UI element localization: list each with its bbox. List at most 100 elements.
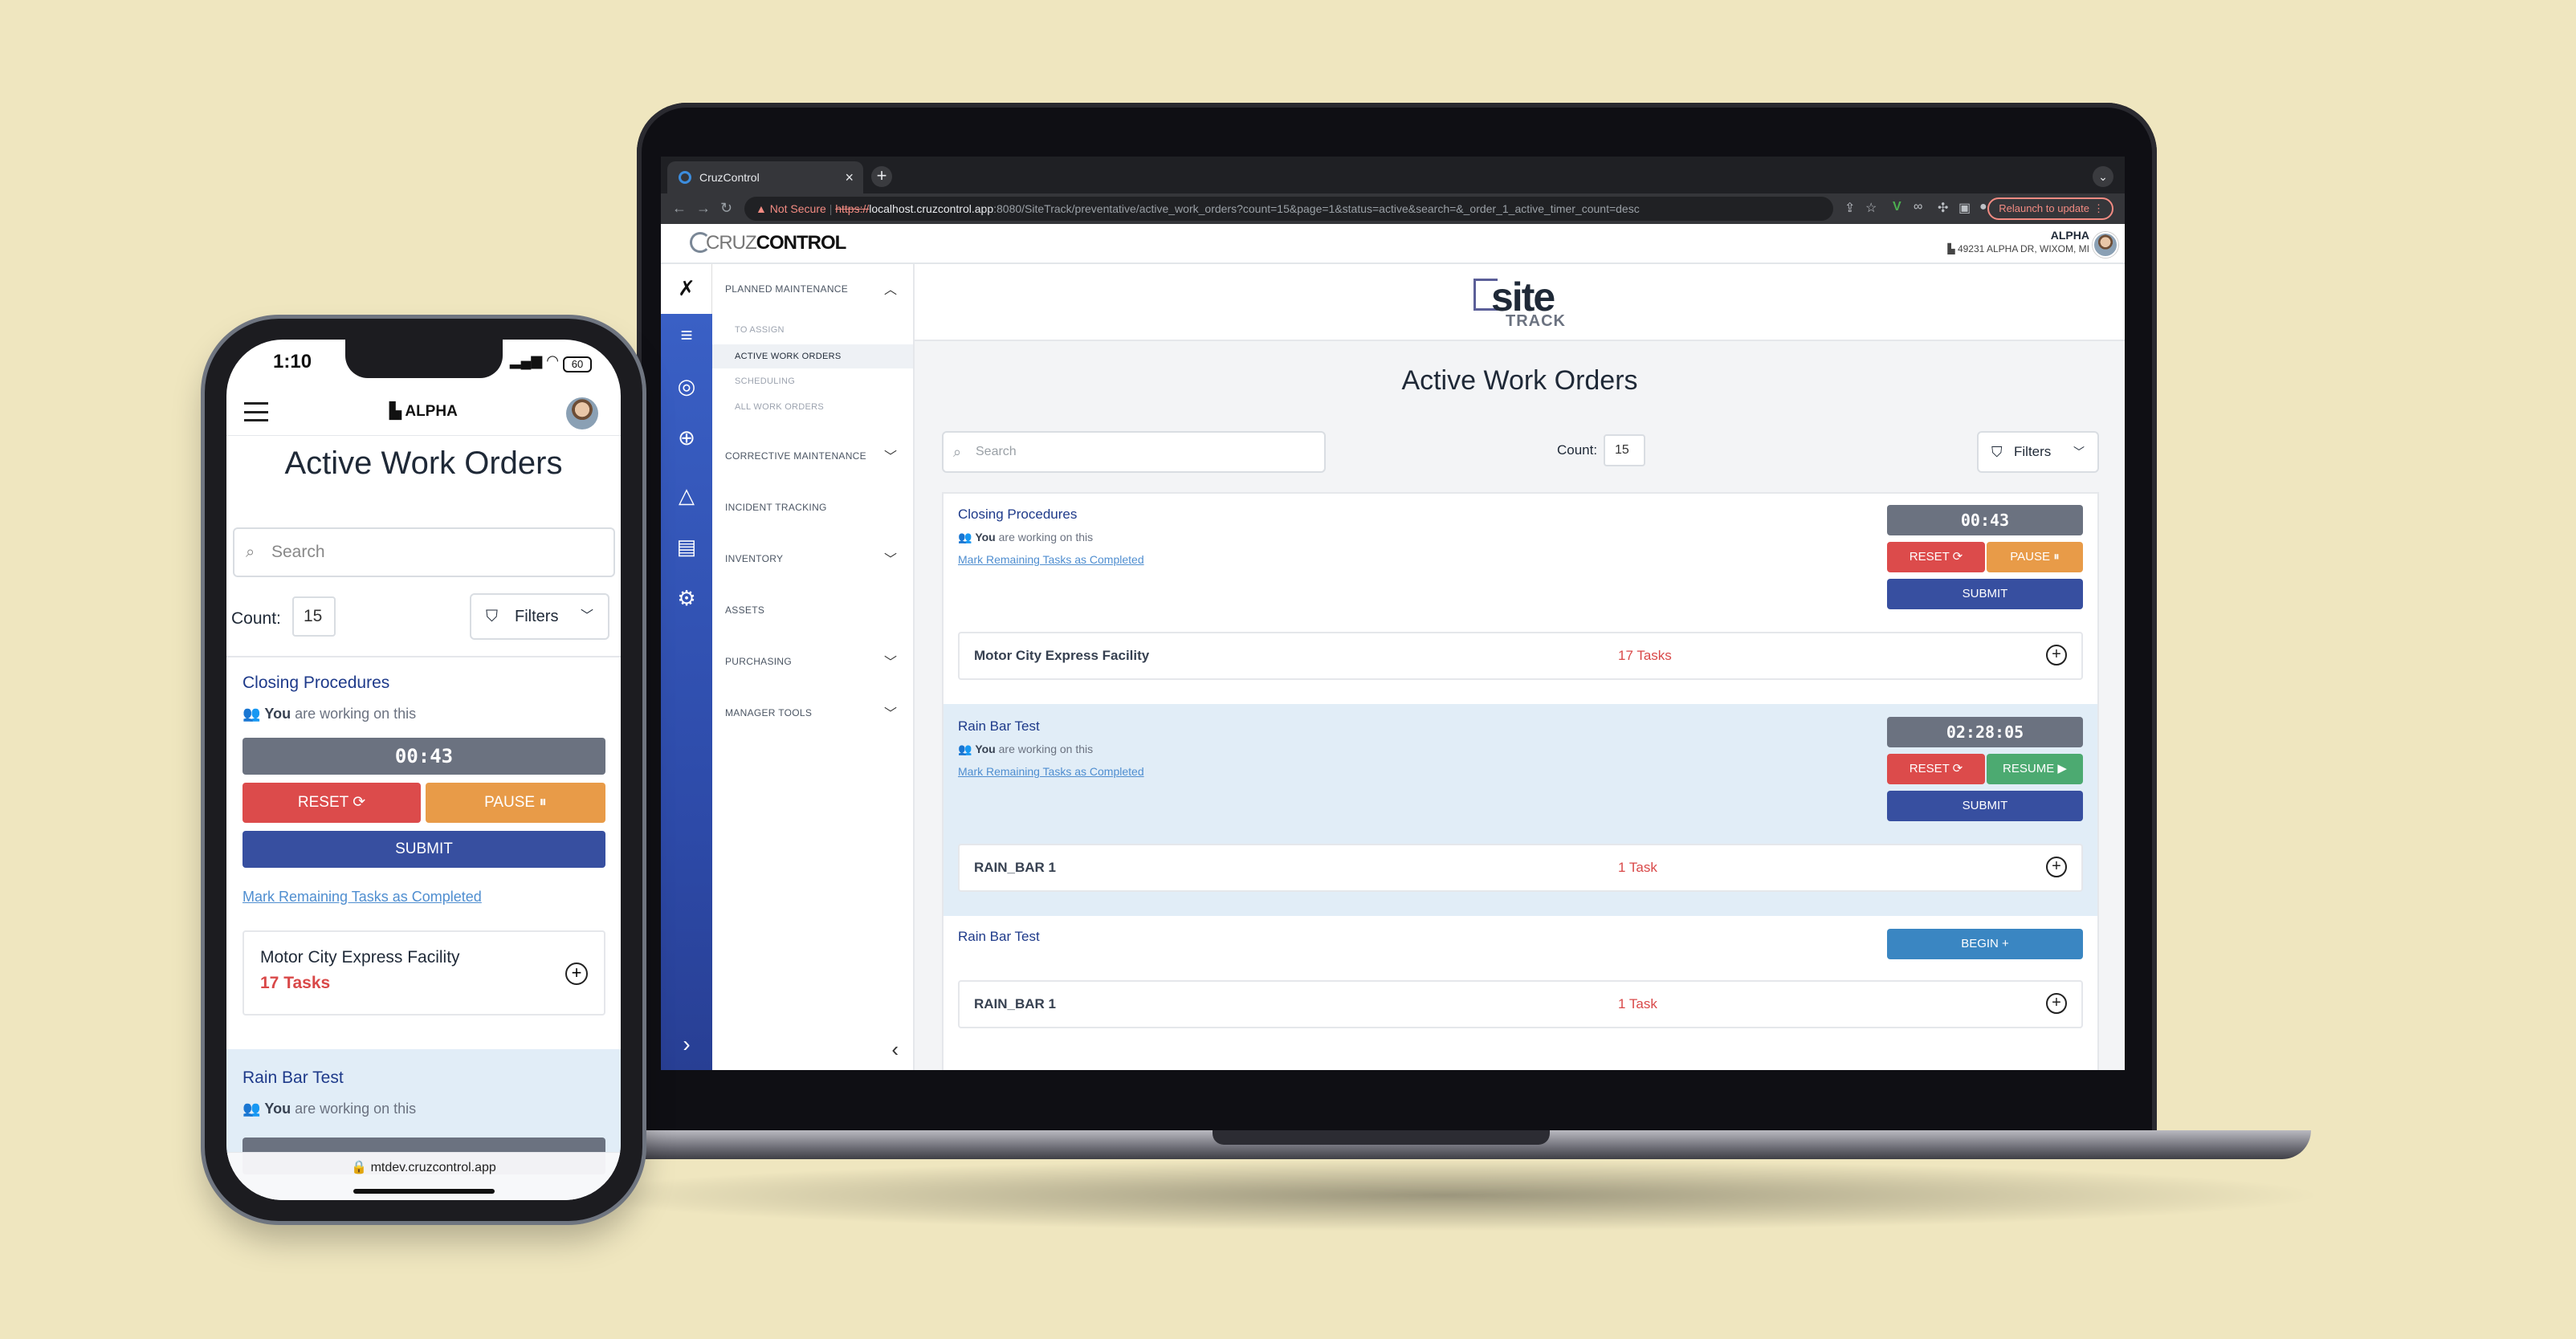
- logo-track-text: TRACK: [1506, 312, 1566, 330]
- chevron-down-icon[interactable]: ﹀: [884, 651, 897, 670]
- extensions-puzzle-icon[interactable]: ✣: [1938, 200, 1948, 216]
- mark-remaining-link[interactable]: Mark Remaining Tasks as Completed: [958, 553, 1144, 566]
- sitetrack-logo: site TRACK: [1473, 274, 1567, 330]
- facility-row[interactable]: RAIN_BAR 1 1 Task +: [958, 844, 2083, 892]
- sidebar-menu: PLANNED MAINTENANCE ︿ TO ASSIGN ACTIVE W…: [712, 264, 915, 1070]
- filters-button[interactable]: ⛉ Filters ﹀: [1977, 431, 2099, 473]
- users-icon: 👥: [958, 531, 976, 543]
- work-order-title[interactable]: Rain Bar Test: [243, 1068, 344, 1088]
- menu-incident-tracking[interactable]: INCIDENT TRACKING: [725, 502, 827, 513]
- filters-label: Filters: [2014, 444, 2052, 459]
- work-order-title[interactable]: Rain Bar Test: [958, 929, 1040, 945]
- expand-plus-icon[interactable]: +: [2046, 857, 2067, 877]
- expand-plus-icon[interactable]: +: [2046, 645, 2067, 665]
- expand-plus-icon[interactable]: +: [565, 963, 588, 985]
- close-tab-icon[interactable]: ×: [845, 161, 854, 193]
- mark-remaining-link[interactable]: Mark Remaining Tasks as Completed: [243, 889, 482, 906]
- chevron-down-icon[interactable]: ﹀: [884, 446, 897, 465]
- search-input[interactable]: ⌕ Search: [942, 431, 1326, 473]
- user-address: 49231 ALPHA DR, WIXOM, MI: [1957, 243, 2089, 254]
- reset-button[interactable]: RESET ⟳: [243, 783, 421, 823]
- reset-label: RESET: [1909, 762, 1950, 775]
- begin-button[interactable]: BEGIN +: [1887, 929, 2083, 959]
- rail-top: ✗: [661, 264, 712, 314]
- mark-remaining-link[interactable]: Mark Remaining Tasks as Completed: [958, 765, 1144, 778]
- warning-icon[interactable]: △: [674, 482, 699, 508]
- brand-text: ALPHA: [405, 403, 458, 420]
- share-icon[interactable]: ⇪: [1844, 200, 1855, 216]
- menu-inventory[interactable]: INVENTORY: [725, 553, 783, 564]
- chevron-up-icon[interactable]: ︿: [884, 279, 897, 298]
- users-icon: 👥: [243, 1101, 265, 1117]
- filters-button[interactable]: ⛉ Filters ﹀: [470, 593, 609, 640]
- facility-row[interactable]: Motor City Express Facility 17 Tasks +: [243, 930, 605, 1015]
- menu-assets[interactable]: ASSETS: [725, 604, 764, 616]
- pause-button[interactable]: PAUSE ⏸: [426, 783, 605, 823]
- work-order-title[interactable]: Rain Bar Test: [958, 718, 1040, 735]
- browser-tab[interactable]: CruzControl ×: [667, 161, 863, 193]
- submit-button[interactable]: SUBMIT: [1887, 791, 2083, 821]
- working-you: You: [975, 531, 996, 543]
- search-icon: ⌕: [953, 444, 962, 460]
- user-info[interactable]: ALPHA ▙ 49231 ALPHA DR, WIXOM, MI: [1947, 229, 2089, 254]
- working-rest: are working on this: [295, 1101, 417, 1117]
- resume-button[interactable]: RESUME ▶: [1987, 754, 2083, 784]
- address-bar[interactable]: ▲ Not Secure | https://localhost.cruzcon…: [744, 197, 1833, 221]
- menu-purchasing[interactable]: PURCHASING: [725, 656, 792, 667]
- pause-button[interactable]: PAUSE ⏸: [1987, 542, 2083, 572]
- submit-button[interactable]: SUBMIT: [243, 831, 605, 868]
- menu-manager-tools[interactable]: MANAGER TOOLS: [725, 707, 812, 718]
- url-bar[interactable]: 🔒 mtdev.cruzcontrol.app: [226, 1159, 621, 1175]
- tab-search-button[interactable]: ⌄: [2093, 166, 2113, 187]
- avatar[interactable]: [566, 397, 598, 429]
- extension-glasses-icon[interactable]: ∞: [1914, 200, 1922, 214]
- side-panel-icon[interactable]: ▣: [1958, 200, 1971, 216]
- work-order-title[interactable]: Closing Procedures: [243, 674, 389, 693]
- collapse-menu-icon[interactable]: ‹: [891, 1037, 899, 1062]
- menu-corrective-maintenance[interactable]: CORRECTIVE MAINTENANCE: [725, 450, 866, 462]
- reload-icon[interactable]: ↻: [720, 200, 732, 217]
- reset-button[interactable]: RESET ⟳: [1887, 542, 1985, 572]
- facility-row[interactable]: Motor City Express Facility 17 Tasks +: [958, 632, 2083, 680]
- relaunch-label: Relaunch to update: [1999, 202, 2089, 214]
- submenu-scheduling[interactable]: SCHEDULING: [735, 376, 795, 386]
- reset-button[interactable]: RESET ⟳: [1887, 754, 1985, 784]
- submit-button[interactable]: SUBMIT: [1887, 579, 2083, 609]
- count-label: Count:: [231, 609, 281, 628]
- submenu-to-assign[interactable]: TO ASSIGN: [735, 325, 785, 335]
- extension-v-icon[interactable]: V: [1893, 200, 1901, 214]
- submenu-all-work-orders[interactable]: ALL WORK ORDERS: [735, 402, 824, 412]
- search-placeholder: Search: [271, 543, 325, 561]
- menu-planned-maintenance[interactable]: PLANNED MAINTENANCE: [725, 283, 848, 295]
- relaunch-button[interactable]: Relaunch to update ⋮: [1987, 197, 2113, 220]
- expand-plus-icon[interactable]: +: [2046, 993, 2067, 1014]
- back-icon[interactable]: ←: [672, 200, 687, 217]
- chevron-down-icon[interactable]: ﹀: [884, 702, 897, 722]
- search-input[interactable]: ⌕ Search: [233, 527, 615, 577]
- globe-icon[interactable]: ⊕: [674, 425, 699, 450]
- tools-icon[interactable]: ✗: [674, 275, 699, 301]
- radar-icon[interactable]: ◎: [674, 373, 699, 399]
- submenu-active-work-orders[interactable]: ACTIVE WORK ORDERS: [712, 344, 913, 368]
- working-status: 👥 You are working on this: [958, 531, 1093, 544]
- refresh-icon: ⟳: [353, 794, 366, 811]
- phone: 1:10 ▂▄▆ ◠ 60 ▙ ALPHA Active Work Orders…: [205, 319, 642, 1221]
- expand-rail-icon[interactable]: ›: [674, 1032, 699, 1057]
- work-order-title[interactable]: Closing Procedures: [958, 507, 1077, 523]
- new-tab-button[interactable]: +: [871, 166, 892, 187]
- bookmark-star-icon[interactable]: ☆: [1865, 200, 1877, 216]
- filters-label: Filters: [515, 608, 559, 625]
- sliders-icon[interactable]: ≡: [674, 322, 699, 348]
- gears-icon[interactable]: ⚙: [674, 585, 699, 611]
- facility-row[interactable]: RAIN_BAR 1 1 Task +: [958, 980, 2083, 1028]
- count-input[interactable]: 15: [292, 596, 336, 637]
- avatar[interactable]: [2093, 232, 2118, 258]
- task-count: 17 Tasks: [1618, 648, 1672, 663]
- cruzcontrol-logo[interactable]: CRUZCONTROL: [690, 232, 846, 254]
- report-icon[interactable]: ▤: [674, 534, 699, 560]
- chevron-down-icon[interactable]: ﹀: [884, 548, 897, 568]
- forward-icon[interactable]: →: [696, 200, 711, 217]
- count-input[interactable]: 15: [1604, 434, 1645, 466]
- reset-label: RESET: [1909, 550, 1950, 564]
- profile-icon[interactable]: ●: [1979, 200, 1987, 214]
